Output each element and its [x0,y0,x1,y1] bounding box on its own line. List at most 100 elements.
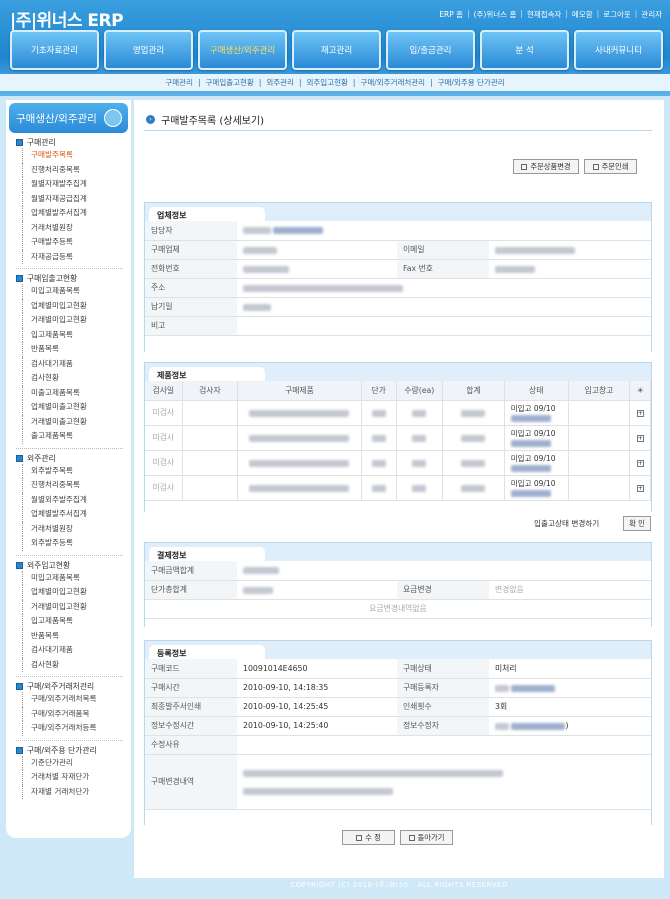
sidebar-item[interactable]: 검사대기제품 [22,643,131,658]
label-phone: 전화번호 [145,259,237,279]
top-header: |주|위너스 ERP ERP 홈 | (주)위너스 홈 | 현재접속자 | 메모함 | … [0,0,670,96]
label-email: 이메일 [397,240,489,260]
logo: |주|위너스 ERP [10,11,124,31]
expand-icon[interactable]: + [636,410,644,417]
payment-header: 결제정보 [149,547,265,561]
nav-basic-data[interactable]: 기초자료관리 [10,30,99,70]
sidebar-item[interactable]: 구매/외주거래처목록 [22,692,131,707]
subnav-outsource-in[interactable]: 외주입고현황 [307,77,348,88]
payment-panel: 결제정보 구매금액합계 단가총합계 요금변경 변경없음 요금변경내역없음 [144,542,652,627]
link-logout[interactable]: 로그아웃 [603,9,631,20]
folder-icon [16,454,23,462]
label-manager: 담당자 [145,221,237,241]
print-count: 3회 [489,697,651,717]
sidebar-item[interactable]: 입고제품목록 [22,327,131,342]
product-panel: 제품정보 검사일 검사자 구매제품 단가 수량(ea) 합계 상태 입고창고 ☀… [144,362,652,512]
sidebar-title: 구매생산/외주관리 [9,103,128,133]
order-time: 2010-09-10, 14:18:35 [237,678,397,698]
sidebar-item[interactable]: 구매/외주거래처등록 [22,721,131,736]
folder-icon [16,746,23,754]
sidebar-section[interactable]: 구매입출고현황 [16,273,131,284]
nav-inventory[interactable]: 재고관리 [292,30,381,70]
link-erp-home[interactable]: ERP 홈 [439,9,463,20]
sidebar-item[interactable]: 거래별미입고현황 [22,313,131,328]
sidebar-item[interactable]: 업체별발주서집계 [22,507,131,522]
sidebar-item[interactable]: 거래처별원장 [22,521,131,536]
sidebar-item[interactable]: 검사현황 [22,371,131,386]
edit-icon [356,834,363,841]
sidebar-item[interactable]: 업체별미입고현황 [22,585,131,600]
sidebar-item[interactable]: 진행처리중목록 [22,478,131,493]
sidebar-item[interactable]: 검사현황 [22,657,131,672]
company-header: 업체정보 [149,207,265,221]
sidebar-item[interactable]: 입고제품목록 [22,614,131,629]
sidebar-item[interactable]: 반품목록 [22,342,131,357]
arrow-icon: › [146,115,155,124]
sidebar-section[interactable]: 구매/외주거래처관리 [16,681,131,692]
sidebar: 구매생산/외주관리 구매관리 구매발주목록 진행처리중목록 월별자재발주집계 월별자재공… [6,100,131,838]
sidebar-item[interactable]: 구매/외주거래품목 [22,706,131,721]
nav-sales[interactable]: 영업관리 [104,30,193,70]
sidebar-item[interactable]: 거래처별 자재단가 [22,770,131,785]
sidebar-item[interactable]: 기준단가관리 [22,755,131,770]
back-icon [408,834,415,841]
company-panel: 업체정보 담당자 구매업체 이메일 전화번호 Fax 번호 주소 납기일 비고 [144,202,652,352]
col-product: 구매제품 [237,381,362,401]
top-links: ERP 홈 | (주)위너스 홈 | 현재접속자 | 메모함 | 로그아웃 | 관리자 [439,9,662,20]
subnav-purchase[interactable]: 구매관리 [165,77,193,88]
sidebar-item[interactable]: 거래별미출고현황 [22,414,131,429]
sidebar-item[interactable]: 미출고제품목록 [22,385,131,400]
sidebar-item[interactable]: 반품목록 [22,628,131,643]
nav-community[interactable]: 사내커뮤니티 [574,30,663,70]
link-current-users[interactable]: 현재접속자 [527,9,562,20]
sidebar-item[interactable]: 자재공급등록 [22,249,131,264]
sidebar-item[interactable]: 월별자재발주집계 [22,177,131,192]
sidebar-section[interactable]: 구매/외주용 단가관리 [16,745,131,756]
back-button[interactable]: 돌아가기 [400,830,453,845]
expand-icon[interactable]: + [636,460,644,467]
sidebar-item[interactable]: 미입고제품목록 [22,570,131,585]
sidebar-item[interactable]: 거래처별원장 [22,220,131,235]
col-state: 상태 [504,381,569,401]
sidebar-item[interactable]: 자재별 거래처단가 [22,784,131,799]
sidebar-item[interactable]: 미입고제품목록 [22,284,131,299]
link-admin[interactable]: 관리자 [641,9,662,20]
nav-cash[interactable]: 입/출금관리 [386,30,475,70]
sidebar-item[interactable]: 외주발주목록 [22,463,131,478]
change-products-button[interactable]: 주문상품변경 [513,159,579,174]
sidebar-item[interactable]: 월별자재공급집계 [22,191,131,206]
sidebar-item[interactable]: 업체별발주서집계 [22,206,131,221]
sidebar-item[interactable]: 거래별미입고현황 [22,599,131,614]
sidebar-item[interactable]: 출고제품목록 [22,429,131,444]
sidebar-item[interactable]: 업체별미출고현황 [22,400,131,415]
subnav-purchase-io[interactable]: 구매입출고현황 [206,77,254,88]
sidebar-item[interactable]: 구매발주목록 [22,148,131,163]
folder-icon [16,275,23,282]
label-memo: 비고 [145,316,237,336]
page-title: › 구매발주목록 (상세보기) [146,112,264,127]
sidebar-item[interactable]: 외주발주등록 [22,536,131,551]
subnav-outsource[interactable]: 외주관리 [266,77,294,88]
sidebar-item[interactable]: 월별외주발주집계 [22,492,131,507]
print-order-button[interactable]: 주문인쇄 [584,159,637,174]
subnav-vendors[interactable]: 구매/외주거래처관리 [360,77,425,88]
label-due-date: 납기일 [145,297,237,317]
sidebar-item[interactable]: 구매발주등록 [22,235,131,250]
sidebar-section[interactable]: 외주관리 [16,453,131,464]
sidebar-item[interactable]: 진행처리중목록 [22,162,131,177]
sidebar-section[interactable]: 외주입고현황 [16,560,131,571]
expand-icon[interactable]: + [636,485,644,492]
expand-icon[interactable]: + [636,435,644,442]
edit-button[interactable]: 수 정 [342,830,395,845]
main-content: › 구매발주목록 (상세보기) 주문상품변경 주문인쇄 업체정보 담당자 구매업체… [134,100,664,878]
sidebar-section[interactable]: 구매관리 [16,137,131,148]
subnav-unit-price[interactable]: 구매/외주용 단가관리 [438,77,505,88]
main-nav: 기초자료관리 영업관리 구매생산/외주관리 재고관리 입/출금관리 분 석 사내… [10,30,663,70]
sidebar-item[interactable]: 업체별미입고현황 [22,298,131,313]
confirm-button[interactable]: 확 인 [623,516,651,531]
link-memo[interactable]: 메모함 [572,9,593,20]
nav-purchase[interactable]: 구매생산/외주관리 [198,30,287,70]
sidebar-item[interactable]: 검사대기제품 [22,356,131,371]
nav-analysis[interactable]: 분 석 [480,30,569,70]
link-company-home[interactable]: (주)위너스 홈 [474,9,517,20]
